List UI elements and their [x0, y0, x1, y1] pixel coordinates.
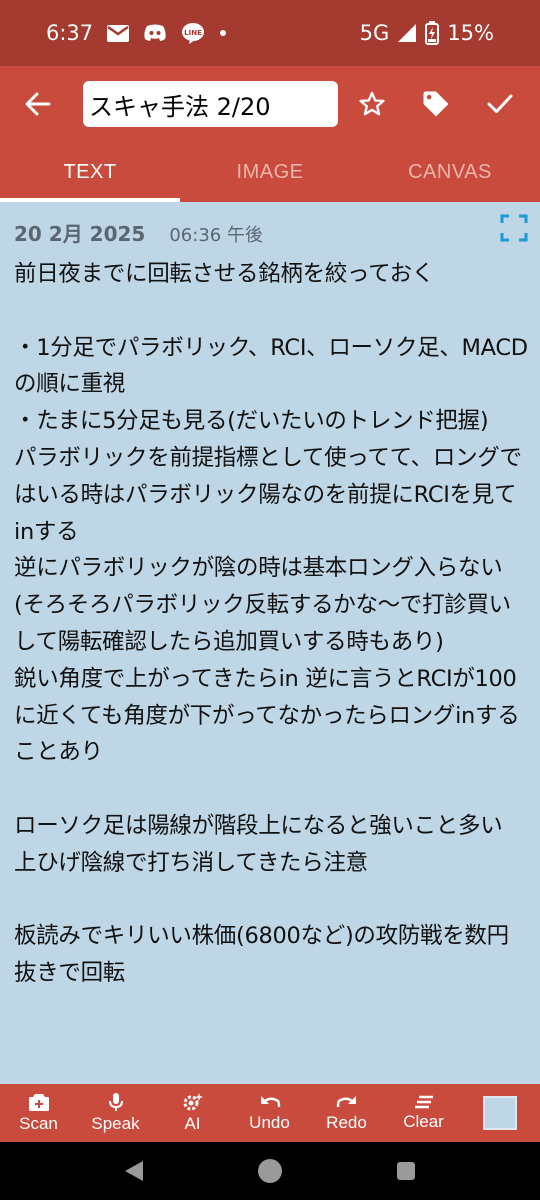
bottom-toolbar: Scan Speak AI Undo Redo Clear [0, 1084, 540, 1142]
fullscreen-icon [500, 214, 528, 242]
microphone-icon [108, 1093, 123, 1111]
tab-canvas[interactable]: CANVAS [360, 142, 540, 202]
tab-bar: TEXT IMAGE CANVAS [0, 142, 540, 202]
speak-label: Speak [91, 1114, 140, 1133]
tab-image[interactable]: IMAGE [180, 142, 360, 202]
network-type: 5G [359, 21, 390, 45]
tab-text[interactable]: TEXT [0, 142, 180, 202]
line-icon: LINE [181, 22, 205, 44]
clear-label: Clear [403, 1112, 444, 1131]
scan-button[interactable]: Scan [0, 1092, 77, 1134]
nav-back-button[interactable] [114, 1151, 154, 1191]
back-button[interactable] [10, 76, 66, 132]
background-color-swatch[interactable] [483, 1096, 517, 1130]
speak-button[interactable]: Speak [77, 1092, 154, 1134]
battery-charging-icon [425, 21, 440, 45]
ai-label: AI [184, 1114, 201, 1133]
ai-button[interactable]: AI [154, 1092, 231, 1134]
tag-button[interactable] [408, 76, 464, 132]
scan-label: Scan [19, 1114, 58, 1133]
fullscreen-button[interactable] [500, 214, 528, 242]
favorite-button[interactable] [344, 76, 400, 132]
circle-home-icon [258, 1159, 282, 1183]
svg-text:LINE: LINE [184, 29, 202, 37]
note-date: 20 2月 2025 [14, 222, 146, 246]
redo-button[interactable]: Redo [308, 1093, 385, 1133]
nav-home-button[interactable] [250, 1151, 290, 1191]
note-meta: 20 2月 2025 06:36 午後 [14, 218, 263, 247]
gear-sparkle-icon [183, 1093, 203, 1111]
gmail-icon [107, 24, 130, 42]
clear-button[interactable]: Clear [385, 1094, 462, 1132]
triangle-back-icon [125, 1161, 143, 1181]
back-arrow-icon [25, 92, 51, 116]
check-icon [487, 94, 513, 113]
signal-icon [397, 23, 417, 43]
redo-label: Redo [326, 1113, 367, 1132]
note-content-area: 20 2月 2025 06:36 午後 前日夜までに回転させる銘柄を絞っておく … [0, 202, 540, 1084]
discord-icon [143, 24, 167, 42]
camera-plus-icon [28, 1094, 49, 1111]
tag-icon [423, 91, 449, 117]
undo-label: Undo [249, 1113, 290, 1132]
app-bar [0, 66, 540, 142]
note-title-input[interactable] [83, 81, 338, 127]
note-time: 06:36 午後 [169, 225, 263, 246]
status-time: 6:37 [46, 21, 94, 45]
clear-lines-icon [414, 1095, 433, 1109]
nav-recents-button[interactable] [386, 1151, 426, 1191]
square-recents-icon [397, 1162, 415, 1180]
undo-button[interactable]: Undo [231, 1093, 308, 1133]
star-icon [359, 91, 385, 116]
undo-icon [260, 1096, 280, 1108]
redo-icon [336, 1096, 356, 1108]
note-body-text[interactable]: 前日夜までに回転させる銘柄を絞っておく ・1分足でパラボリック、RCI、ローソク… [14, 256, 528, 992]
status-bar: 6:37 LINE 5G 15% [0, 0, 540, 66]
dot-icon [219, 29, 227, 37]
battery-level: 15% [447, 21, 494, 45]
system-nav-bar [0, 1142, 540, 1200]
save-check-button[interactable] [472, 76, 528, 132]
